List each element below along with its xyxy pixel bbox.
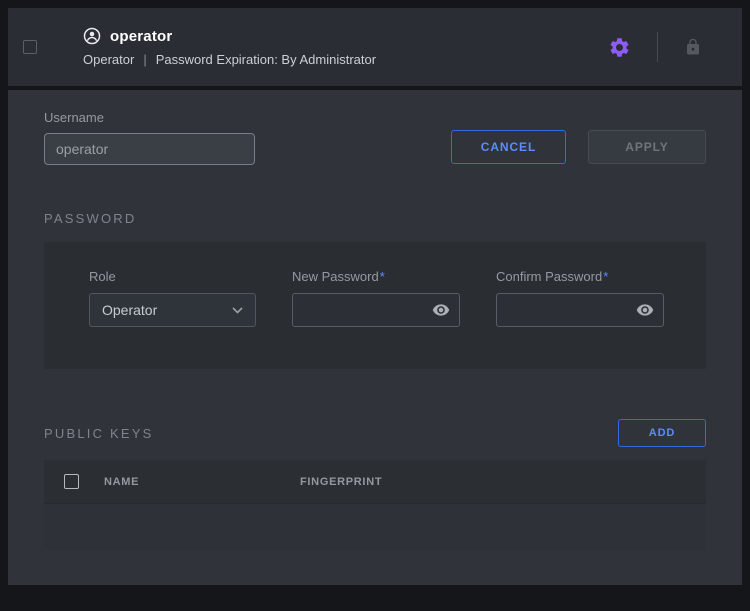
new-password-visibility-icon[interactable] — [431, 300, 451, 320]
username-field-group: Username — [44, 110, 255, 165]
role-label: Role — [89, 269, 256, 284]
header-select-checkbox[interactable] — [23, 40, 37, 54]
public-keys-section-title: PUBLIC KEYS — [44, 426, 153, 441]
username-input[interactable] — [44, 133, 255, 165]
public-keys-table: NAME FINGERPRINT — [44, 460, 706, 550]
apply-button[interactable]: APPLY — [588, 130, 706, 164]
password-card: Role Operator New Password* Confirm Pass… — [44, 242, 706, 369]
select-all-checkbox[interactable] — [64, 474, 79, 489]
confirm-password-input[interactable] — [497, 294, 635, 326]
column-header-fingerprint: FINGERPRINT — [300, 476, 706, 488]
username-label: Username — [44, 110, 255, 125]
public-keys-table-header: NAME FINGERPRINT — [44, 460, 706, 504]
settings-gear-icon[interactable] — [606, 34, 633, 61]
user-header: operator Operator | Password Expiration:… — [8, 8, 742, 86]
user-avatar-icon — [83, 27, 101, 45]
add-public-key-button[interactable]: ADD — [618, 419, 706, 447]
confirm-password-input-wrap — [496, 293, 664, 327]
new-password-label-text: New Password — [292, 269, 379, 284]
subtitle-separator: | — [143, 52, 146, 67]
column-header-name: NAME — [104, 476, 300, 488]
user-identity: operator Operator | Password Expiration:… — [83, 27, 376, 67]
public-keys-empty-row — [44, 504, 706, 550]
cancel-button[interactable]: CANCEL — [451, 130, 566, 164]
page-title: operator — [110, 28, 172, 45]
confirm-password-visibility-icon[interactable] — [635, 300, 655, 320]
role-field-group: Role Operator — [89, 269, 256, 327]
lock-icon[interactable] — [682, 36, 704, 58]
required-asterisk: * — [380, 269, 385, 284]
header-divider — [657, 32, 658, 62]
new-password-field-group: New Password* — [292, 269, 460, 327]
user-role-text: Operator — [83, 52, 134, 67]
chevron-down-icon — [232, 307, 243, 314]
role-select-value: Operator — [102, 302, 157, 318]
new-password-label: New Password* — [292, 269, 460, 284]
user-subtitle: Operator | Password Expiration: By Admin… — [83, 52, 376, 67]
password-expiration-text: Password Expiration: By Administrator — [156, 52, 376, 67]
new-password-input-wrap — [292, 293, 460, 327]
confirm-password-label-text: Confirm Password — [496, 269, 602, 284]
user-detail-panel: Username CANCEL APPLY PASSWORD Role Oper… — [8, 90, 742, 585]
confirm-password-field-group: Confirm Password* — [496, 269, 664, 327]
role-select[interactable]: Operator — [89, 293, 256, 327]
password-section-title: PASSWORD — [44, 211, 706, 226]
confirm-password-label: Confirm Password* — [496, 269, 664, 284]
required-asterisk: * — [603, 269, 608, 284]
new-password-input[interactable] — [293, 294, 431, 326]
